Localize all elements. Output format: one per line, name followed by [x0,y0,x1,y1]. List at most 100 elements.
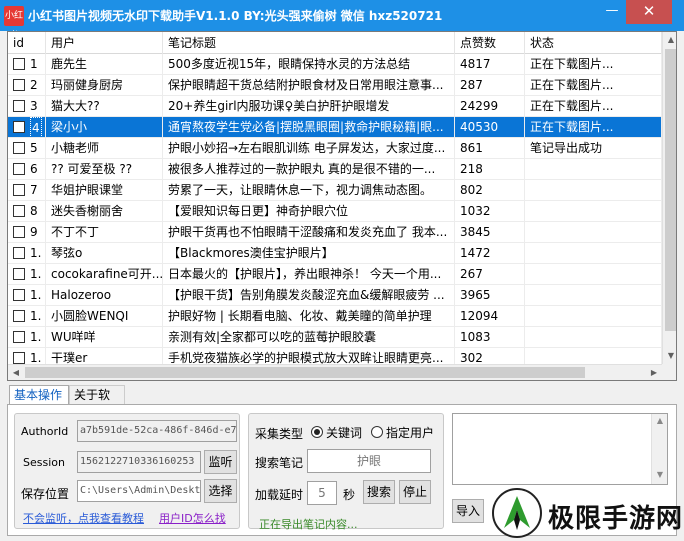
tab-basic-operations[interactable]: 基本操作 [9,385,69,404]
save-path-field[interactable]: C:\Users\Admin\Deskt [77,480,201,502]
cell-user: 迷失香榭丽舍 [46,201,163,221]
horizontal-scroll-thumb[interactable] [25,367,585,378]
column-header-status[interactable]: 状态 [525,32,662,54]
watermark-text: 极限手游网 [548,504,684,534]
user-radio-label[interactable]: 指定用户 [386,424,434,441]
minimize-icon[interactable]: — [598,0,626,24]
vertical-scrollbar[interactable]: ▲ ▼ [662,32,676,380]
cell-id: 1. [8,327,46,347]
cell-likes: 3845 [455,222,525,242]
tab-about-software[interactable]: 关于软件 [69,385,125,420]
table-row[interactable]: 4 梁小小 通宵熬夜学生党必备|摆脱黑眼圈|救命护眼秘籍|眼... 40530 正在下载… [8,117,662,138]
load-delay-input[interactable]: 5 [307,481,337,505]
row-checkbox[interactable] [13,205,25,217]
row-id: 1. [30,288,42,302]
row-checkbox[interactable] [13,121,25,133]
row-checkbox[interactable] [13,331,25,343]
table-row[interactable]: 3 猫大大?? 20+养生girl内服功课♀美白护肝护眼增发 24299 正在下载图片.… [8,96,662,117]
column-header-user[interactable]: 用户 [46,32,163,54]
cell-likes: 1472 [455,243,525,263]
find-userid-link[interactable]: 用户ID怎么找 [159,510,226,526]
row-id: 9 [30,225,38,239]
table-row[interactable]: 2 玛丽健身厨房 保护眼睛超干货总结附护眼食材及日常用眼注意事... 287 正在下载图… [8,75,662,96]
cell-likes: 861 [455,138,525,158]
column-header-likes[interactable]: 点赞数 [455,32,525,54]
cell-user: 梁小小 [46,117,163,137]
row-checkbox[interactable] [13,310,25,322]
table-row[interactable]: 1. WU咩咩 亲测有效|全家都可以吃的蓝莓护眼胶囊 1083 [8,327,662,348]
table-row[interactable]: 1 鹿先生 500多度近视15年，眼睛保持水灵的方法总结 4817 正在下载图片... [8,54,662,75]
table-row[interactable]: 7 华姐护眼课堂 劳累了一天，让眼睛休息一下，视力调焦动态图。 802 [8,180,662,201]
notes-table: id 用户 笔记标题 点赞数 状态 1 鹿先生 500多度近视15年，眼睛保持水灵的… [7,31,677,381]
stop-button[interactable]: 停止 [399,480,431,504]
row-checkbox[interactable] [13,289,25,301]
cell-status: 笔记导出成功 [525,138,662,158]
cell-user: 鹿先生 [46,54,163,74]
cell-likes: 802 [455,180,525,200]
row-checkbox[interactable] [13,100,25,112]
table-row[interactable]: 8 迷失香榭丽舍 【爱眼知识每日更】神奇护眼穴位 1032 [8,201,662,222]
search-keyword-input[interactable]: 护眼 [307,449,431,473]
table-row[interactable]: 5 小糖老师 护眼小妙招→左右眼肌训练 电子屏发达，大家过度... 861 笔记导出成功 [8,138,662,159]
cell-status: 正在下载图片... [525,54,662,74]
row-id: 2 [30,78,38,92]
table-row[interactable]: 1. 小圆脸WENQI 护眼好物 | 长期看电脑、化妆、戴美瞳的简单护理 12094 [8,306,662,327]
table-row[interactable]: 1. Halozeroo 【护眼干货】告别角膜发炎酸涩充血&缓解眼疲劳 ... 396… [8,285,662,306]
row-checkbox[interactable] [13,142,25,154]
row-checkbox[interactable] [13,58,25,70]
cell-user: cocokarafine可开... [46,264,163,284]
user-radio[interactable] [371,426,383,438]
session-label: Session [23,456,65,469]
cell-status [525,264,662,284]
monitor-button[interactable]: 监听 [204,450,237,474]
log-scrollbar[interactable]: ▲ ▼ [651,414,667,484]
scroll-down-icon[interactable]: ▼ [663,348,676,364]
cell-title: 保护眼睛超干货总结附护眼食材及日常用眼注意事... [163,75,455,95]
delay-unit-label: 秒 [343,488,356,502]
scroll-left-icon[interactable]: ◀ [8,365,24,380]
close-icon[interactable]: ✕ [626,0,672,24]
choose-folder-button[interactable]: 选择 [204,479,237,503]
row-checkbox[interactable] [13,79,25,91]
app-icon: 小红书 [4,6,24,41]
cell-user: WU咩咩 [46,327,163,347]
column-header-id[interactable]: id [8,32,46,54]
cell-likes: 1083 [455,327,525,347]
table-row[interactable]: 1. cocokarafine可开... 日本最火的【护眼片】，养出眼神杀！ 今天一… [8,264,662,285]
row-checkbox[interactable] [13,163,25,175]
table-row[interactable]: 1. 琴弦o 【Blackmores澳佳宝护眼片】 1472 [8,243,662,264]
cell-title: 被很多人推荐过的一款护眼丸 真的是很不错的一... [163,159,455,179]
search-button[interactable]: 搜索 [363,480,395,504]
cell-id: 6 [8,159,46,179]
cell-id: 1. [8,264,46,284]
row-checkbox[interactable] [13,226,25,238]
keyword-radio[interactable] [311,426,323,438]
keyword-radio-label[interactable]: 关键词 [326,424,362,441]
table-row[interactable]: 6 ?? 可爱至极 ?? 被很多人推荐过的一款护眼丸 真的是很不错的一... 218 [8,159,662,180]
vertical-scroll-thumb[interactable] [665,49,676,331]
session-field[interactable]: 1562122710336160253 [77,451,201,473]
scroll-right-icon[interactable]: ▶ [646,365,662,380]
cell-id: 3 [8,96,46,116]
cell-user: 玛丽健身厨房 [46,75,163,95]
cell-title: 【Blackmores澳佳宝护眼片】 [163,243,455,263]
table-row[interactable]: 9 不丁不丁 护眼干货再也不怕眼睛干涩酸痛和发炎充血了 我本... 3845 [8,222,662,243]
horizontal-scrollbar[interactable]: ◀ ▶ [8,364,662,380]
search-notes-label: 搜索笔记 [255,456,304,470]
cell-likes: 1032 [455,201,525,221]
row-id: 5 [30,141,38,155]
tutorial-link[interactable]: 不会监听，点我查看教程 [23,510,144,526]
row-checkbox[interactable] [13,268,25,280]
row-checkbox[interactable] [13,352,25,364]
log-textarea[interactable]: ▲ ▼ [452,413,668,485]
column-header-title[interactable]: 笔记标题 [163,32,455,54]
scroll-up-icon[interactable]: ▲ [663,32,676,48]
row-checkbox[interactable] [13,184,25,196]
authorid-field[interactable]: a7b591de-52ca-486f-846d-e7 [77,420,237,442]
import-button[interactable]: 导入 [452,499,484,523]
row-id: 8 [30,204,38,218]
cell-id: 7 [8,180,46,200]
load-delay-label: 加载延时 [255,488,304,502]
row-id: 1. [30,267,42,281]
row-checkbox[interactable] [13,247,25,259]
